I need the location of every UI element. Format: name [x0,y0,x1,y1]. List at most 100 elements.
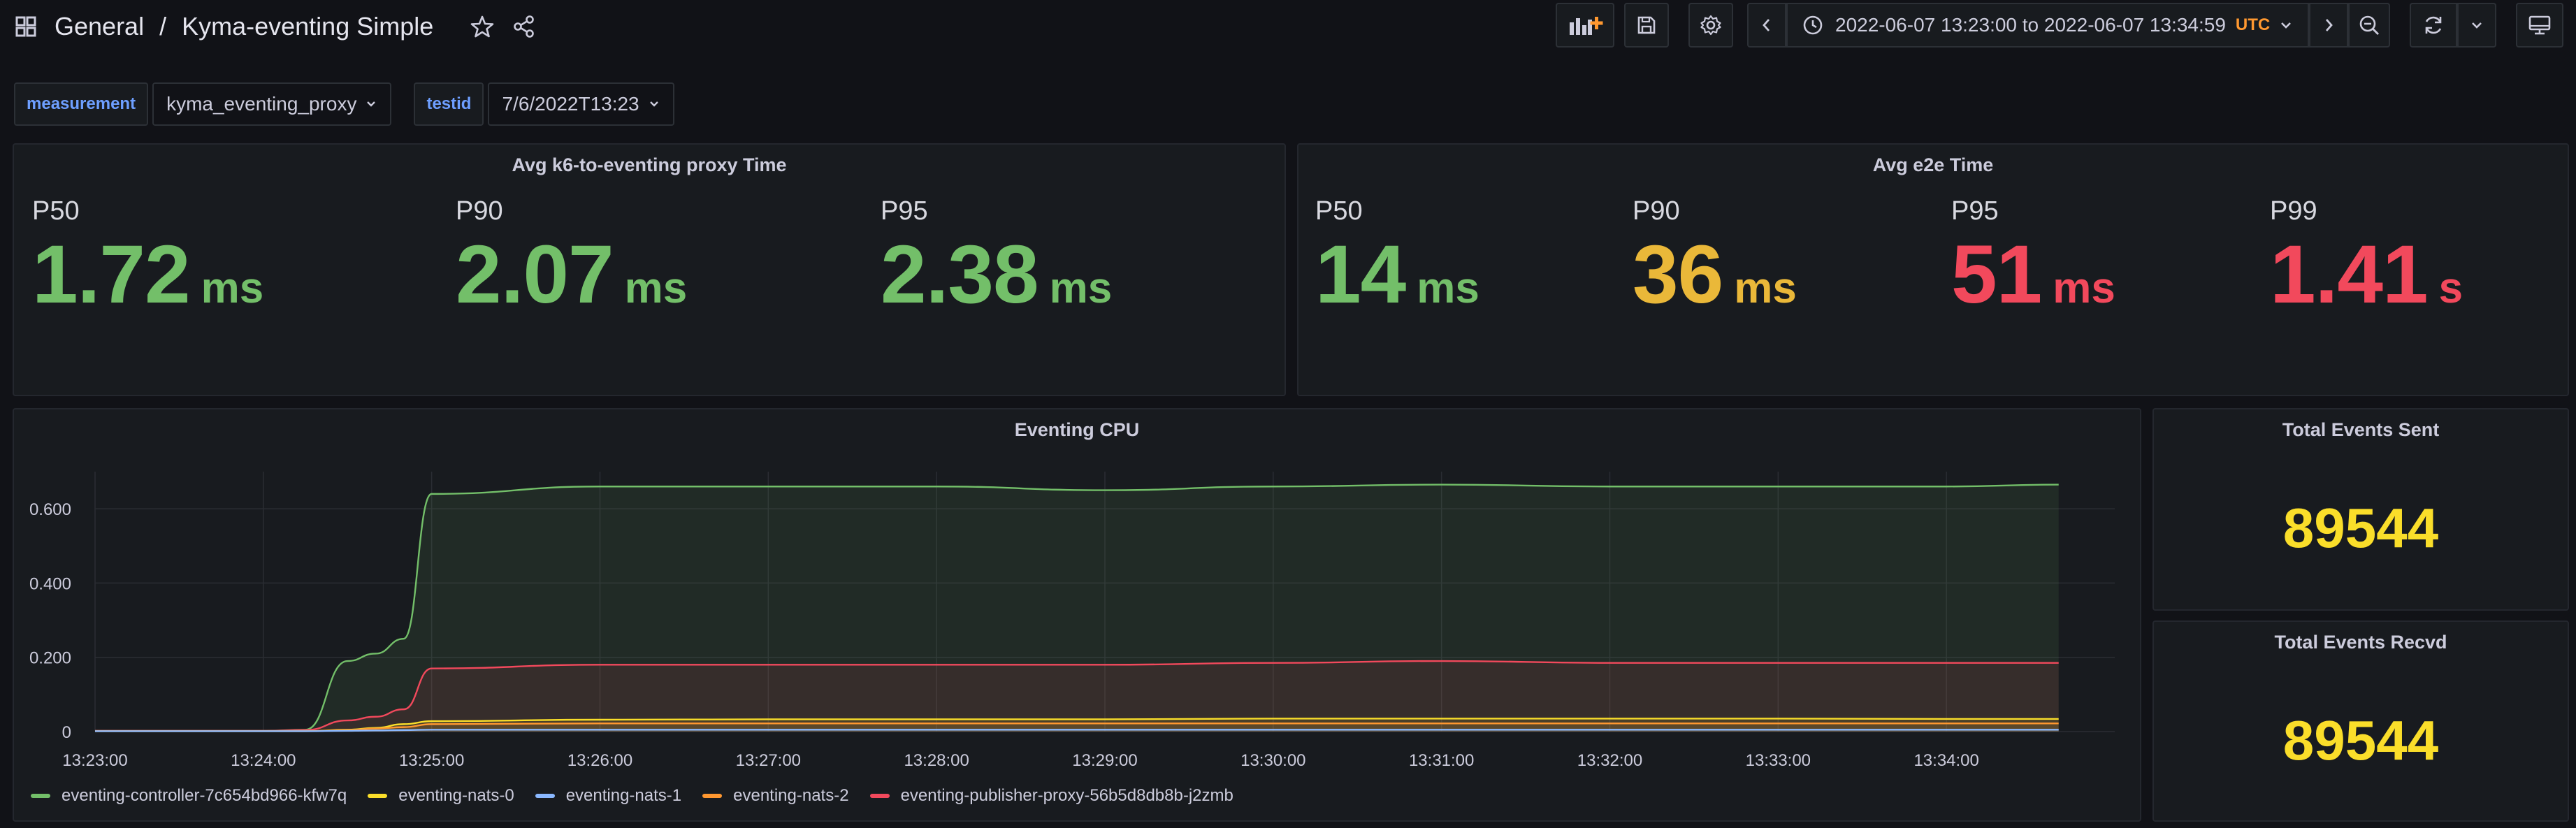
legend-swatch [535,794,555,798]
legend-label: eventing-publisher-proxy-56b5d8db8b-j2zm… [900,786,1233,805]
legend-item[interactable]: eventing-controller-7c654bd966-kfw7q [31,786,347,806]
legend-item[interactable]: eventing-publisher-proxy-56b5d8db8b-j2zm… [869,786,1233,806]
breadcrumb-separator: / [159,12,167,41]
stat-number: 1.72 [32,228,191,321]
add-panel-icon [1570,17,1603,35]
time-shift-forward-button[interactable] [2309,3,2349,48]
clock-icon [1803,15,1823,35]
legend-swatch [31,794,50,798]
star-icon [470,15,494,38]
time-range-picker[interactable]: 2022-06-07 13:23:00 to 2022-06-07 13:34:… [1786,3,2310,48]
legend-swatch [368,794,388,798]
total-events-recvd-value: 89544 [2282,709,2439,771]
chevron-right-icon [2326,19,2333,31]
share-icon [514,15,535,38]
star-button[interactable] [464,8,500,45]
dashboard-settings-button[interactable] [1688,3,1733,48]
refresh-button[interactable] [2410,3,2457,48]
stat-unit: ms [624,264,688,312]
panel-title[interactable]: Avg e2e Time [1298,154,2568,176]
stat-unit: ms [1734,264,1797,312]
stat-p50: P50 14 ms [1315,196,1479,316]
stat-unit: ms [2053,264,2115,312]
stat-p95: P95 2.38 ms [881,196,1112,316]
refresh-icon [2425,16,2442,34]
gear-icon [1700,15,1721,36]
zoom-out-button[interactable] [2348,3,2391,48]
chevron-down-icon [2472,22,2482,29]
panel-eventing-cpu: Eventing CPU [13,408,2141,822]
panel-title[interactable]: Total Events Sent [2154,419,2568,441]
stat-p90: P90 36 ms [1633,196,1797,316]
variable-select-testid[interactable]: 7/6/2022T13:23 [488,82,674,126]
legend-swatch [869,794,890,798]
add-panel-button[interactable] [1556,3,1614,48]
legend-item[interactable]: eventing-nats-2 [702,786,849,806]
grid-icon[interactable] [15,16,36,37]
stat-value: 1.72 ms [32,233,263,316]
stat-label: P95 [881,196,928,226]
save-dashboard-button[interactable] [1624,3,1669,48]
stat-unit: ms [201,264,264,312]
stat-label: P50 [32,196,80,226]
chevron-down-icon [649,101,658,107]
stat-label: P90 [456,196,503,226]
breadcrumb: General / Kyma-eventing Simple [15,8,542,45]
stat-label: P99 [2270,196,2317,226]
chevron-left-icon [1763,19,1770,31]
stat-p50: P50 1.72 ms [32,196,263,316]
tv-mode-button[interactable] [2516,3,2563,48]
panel-title[interactable]: Avg k6-to-eventing proxy Time [14,154,1285,176]
stat-value: 2.38 ms [881,233,1112,316]
stat-label: P90 [1633,196,1680,226]
variable-label-measurement: measurement [14,82,149,126]
stat-number: 2.07 [456,228,614,321]
stat-value: 1.41 s [2270,233,2463,316]
stat-label: P95 [1951,196,1999,226]
top-navbar: General / Kyma-eventing Simple 2022-06-0… [0,0,2576,53]
stat-value: 36 ms [1633,233,1797,316]
legend-item[interactable]: eventing-nats-1 [535,786,681,806]
variable-value-testid: 7/6/2022T13:23 [502,93,639,115]
stat-number: 36 [1633,228,1723,321]
stat-unit: s [2438,264,2463,312]
legend-label: eventing-controller-7c654bd966-kfw7q [61,786,347,805]
panel-title[interactable]: Eventing CPU [14,419,2140,441]
stat-unit: ms [1049,264,1113,312]
legend-label: eventing-nats-2 [733,786,849,805]
save-icon [1637,16,1656,34]
chart-legend: eventing-controller-7c654bd966-kfw7q eve… [31,786,1254,806]
stat-number: 51 [1951,228,2042,321]
panel-total-events-recvd: Total Events Recvd 89544 [2152,620,2569,822]
variable-value-measurement: kyma_eventing_proxy [166,93,357,115]
variable-select-measurement[interactable]: kyma_eventing_proxy [152,82,392,126]
template-variables: measurement kyma_eventing_proxy testid 7… [14,82,674,126]
legend-label: eventing-nats-0 [398,786,514,805]
share-button[interactable] [506,8,542,45]
stat-unit: ms [1417,264,1479,312]
panel-e2e-time: Avg e2e Time P50 14 ms P90 36 ms P95 51 ms … [1297,143,2569,396]
stat-p95: P95 51 ms [1951,196,2115,316]
stat-label: P50 [1315,196,1363,226]
legend-item[interactable]: eventing-nats-0 [368,786,514,806]
time-range-text: 2022-06-07 13:23:00 to 2022-06-07 13:34:… [1835,14,2226,36]
dashboard-title[interactable]: Kyma-eventing Simple [182,12,433,41]
time-shift-back-button[interactable] [1747,3,1786,48]
stat-p90: P90 2.07 ms [456,196,687,316]
breadcrumb-folder[interactable]: General [55,12,144,41]
stat-number: 1.41 [2270,228,2429,321]
refresh-interval-button[interactable] [2457,3,2496,48]
timezone-label: UTC [2235,15,2271,34]
panel-total-events-sent: Total Events Sent 89544 [2152,408,2569,611]
stat-number: 2.38 [881,228,1039,321]
stat-value: 2.07 ms [456,233,687,316]
stat-p99: P99 1.41 s [2270,196,2463,316]
chevron-down-icon [2281,22,2292,29]
legend-label: eventing-nats-1 [565,786,682,805]
panel-title[interactable]: Total Events Recvd [2154,632,2568,653]
stat-number: 14 [1315,228,1406,321]
panel-proxy-time: Avg k6-to-eventing proxy Time P50 1.72 ms… [13,143,1286,396]
monitor-icon [2528,15,2551,35]
zoom-out-icon [2359,15,2380,35]
stat-value: 51 ms [1951,233,2115,316]
